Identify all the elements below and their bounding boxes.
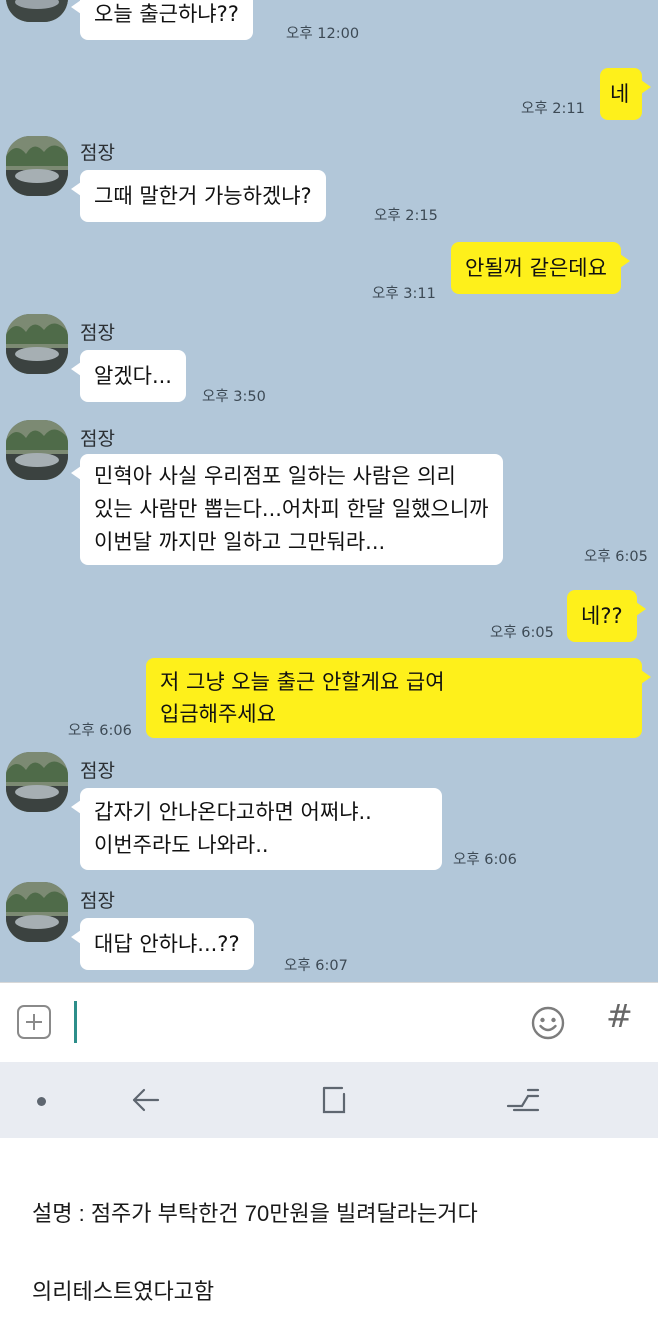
message-time: 오후 6:06 [68, 723, 132, 739]
message-time: 오후 12:00 [286, 26, 360, 42]
message-bubble: 갑자기 안나온다고하면 어쩌냐.. 이번주라도 나와라.. [71, 788, 442, 870]
message-line: 민혁아 사실 우리점포 일하는 사람은 의리 [94, 464, 456, 488]
profile-avatar[interactable] [6, 752, 68, 812]
caption-line: 설명 : 점주가 부탁한건 70만원을 빌려달라는거다 [32, 1201, 478, 1226]
sender-name: 점장 [80, 890, 115, 912]
message-input-bar: # [0, 982, 658, 1062]
caption-line: 의리테스트였다고함 [32, 1279, 215, 1304]
system-nav-bar [0, 1062, 658, 1138]
message-bubble: 대답 안하냐...?? [71, 918, 254, 970]
message-time: 오후 2:15 [374, 208, 438, 224]
dot-icon[interactable] [37, 1097, 46, 1106]
message-bubble: 안될꺼 같은데요 [451, 242, 630, 294]
message-line: 입금해주세요 [160, 702, 276, 726]
message-time: 오후 6:05 [490, 625, 554, 641]
message-bubble: 오늘 출근하냐?? [71, 0, 253, 40]
sender-name: 점장 [80, 322, 115, 344]
back-icon[interactable] [130, 1084, 162, 1120]
message-bubble: 네?? [567, 590, 646, 642]
emoji-icon[interactable] [530, 1005, 566, 1041]
plus-icon[interactable] [17, 1005, 51, 1039]
sender-name: 점장 [80, 760, 115, 782]
message-line: 저 그냥 오늘 출근 안할게요 급여 [160, 670, 445, 694]
message-line: 있는 사람만 뽑는다...어차피 한달 일했으니까 [94, 497, 489, 521]
sender-name: 점장 [80, 142, 115, 164]
profile-avatar[interactable] [6, 0, 68, 22]
message-bubble: 민혁아 사실 우리점포 일하는 사람은 의리 있는 사람만 뽑는다...어차피 … [71, 454, 503, 565]
message-time: 오후 2:11 [521, 101, 585, 117]
message-bubble: 저 그냥 오늘 출근 안할게요 급여 입금해주세요 [146, 658, 651, 738]
message-time: 오후 6:05 [584, 549, 648, 565]
chat-area: 오늘 출근하냐?? 오후 12:00 오후 2:11 네 점장 그때 말한거 가… [0, 0, 658, 982]
message-bubble: 네 [600, 68, 651, 120]
message-bubble: 알겠다... [71, 350, 186, 402]
switch-icon[interactable] [506, 1084, 540, 1120]
message-line: 이번주라도 나와라.. [94, 833, 269, 857]
profile-avatar[interactable] [6, 314, 68, 374]
message-line: 갑자기 안나온다고하면 어쩌냐.. [94, 800, 372, 824]
message-input[interactable] [74, 1001, 77, 1043]
message-bubble: 그때 말한거 가능하겠냐? [71, 170, 326, 222]
message-line: 이번달 까지만 일하고 그만둬라... [94, 530, 386, 554]
message-time: 오후 6:07 [284, 958, 348, 974]
hash-icon[interactable]: # [606, 997, 633, 1035]
profile-avatar[interactable] [6, 420, 68, 480]
message-time: 오후 3:11 [372, 286, 436, 302]
recent-apps-icon[interactable] [318, 1084, 350, 1120]
profile-avatar[interactable] [6, 136, 68, 196]
message-time: 오후 3:50 [202, 389, 266, 405]
sender-name: 점장 [80, 428, 115, 450]
message-time: 오후 6:06 [453, 852, 517, 868]
profile-avatar[interactable] [6, 882, 68, 942]
